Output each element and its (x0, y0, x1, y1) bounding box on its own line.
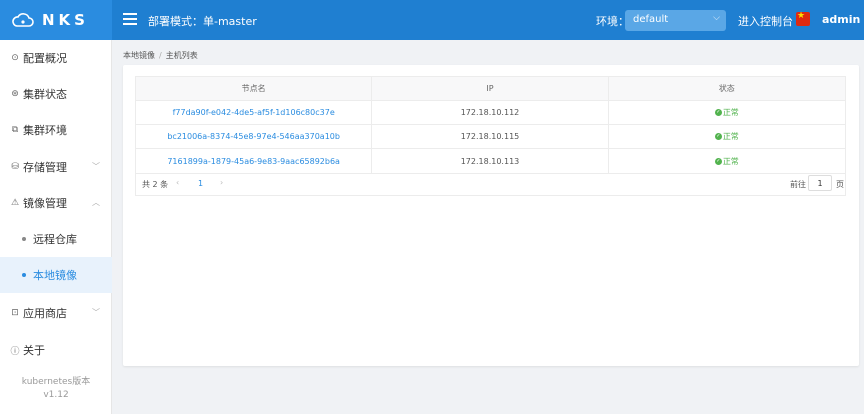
menu-toggle-icon[interactable] (123, 13, 137, 25)
logo-text: NKS (42, 11, 89, 29)
k8s-version-label: kubernetes版本 (21, 377, 91, 387)
chevron-left-icon[interactable]: ‹ (176, 178, 179, 187)
node-ip: 172.18.10.115 (372, 125, 609, 148)
check-circle-icon: ✓ (714, 157, 722, 165)
pagination-page-current[interactable]: 1 (198, 179, 203, 188)
host-list-card: 节点名 IP 状态 f77da90f-e042-4de5-af5f-1d106c… (123, 65, 859, 366)
status-badge: ✓ 正常 (714, 107, 739, 118)
sidebar-item-label: 存储管理 (23, 161, 67, 174)
host-table: 节点名 IP 状态 f77da90f-e042-4de5-af5f-1d106c… (135, 76, 846, 174)
check-circle-icon: ✓ (714, 109, 722, 116)
shop-icon: ⊡ (11, 308, 19, 318)
cloud-logo-icon (12, 13, 34, 27)
warning-triangle-icon: ⚠ (10, 198, 20, 208)
sidebar-item-overview[interactable]: ⊙ 配置概况 (0, 40, 112, 76)
table-header-row: 节点名 IP 状态 (136, 77, 845, 101)
about-icon: ⓘ (10, 346, 20, 357)
sidebar-item-cluster-env[interactable]: ⧉ 集群环境 (0, 112, 112, 148)
sidebar: ⊙ 配置概况 ⊛ 集群状态 ⧉ 集群环境 ⛁ 存储管理 ﹀ ⚠ 镜像管理 ︿ 远… (0, 40, 112, 414)
sidebar-subitem-label: 本地镜像 (33, 269, 77, 282)
info-circle-icon: ⊙ (11, 53, 19, 63)
check-circle-icon: ✓ (714, 133, 722, 140)
k8s-version-value: v1.12 (43, 390, 69, 400)
status-text: 正常 (722, 108, 739, 117)
breadcrumb-item: 主机列表 (165, 51, 198, 60)
chevron-right-icon[interactable]: › (220, 178, 223, 187)
column-header-node-name: 节点名 (136, 77, 373, 100)
pagination-goto-label: 前往 (790, 180, 806, 189)
console-link[interactable]: 进入控制台 (738, 13, 793, 29)
bullet-icon (22, 237, 26, 241)
logo[interactable]: NKS (0, 0, 112, 40)
chevron-down-icon: ⌵ (713, 13, 720, 23)
bullet-icon (22, 273, 26, 277)
sidebar-item-label: 镜像管理 (23, 197, 67, 210)
sidebar-item-about[interactable]: ⓘ 关于 (0, 332, 112, 368)
cluster-icon: ⊛ (11, 89, 19, 99)
table-row: f77da90f-e042-4de5-af5f-1d106c80c37e 172… (136, 101, 845, 125)
pagination-goto-input[interactable] (808, 175, 832, 191)
sidebar-item-label: 配置概况 (23, 52, 67, 65)
china-flag-icon[interactable]: ★ (796, 11, 810, 26)
node-ip: 172.18.10.113 (372, 149, 609, 173)
column-header-ip: IP (372, 77, 609, 100)
breadcrumb-item[interactable]: 本地镜像 (123, 51, 155, 60)
pagination: 共 2 条 ‹ 1 › 前往 页 (135, 172, 846, 196)
sidebar-subitem-remote-repo[interactable]: 远程仓库 (0, 221, 112, 257)
status-badge: ✓ 正常 (714, 156, 739, 167)
env-select[interactable]: default ⌵ (625, 10, 726, 31)
status-badge: ✓ 正常 (714, 131, 739, 142)
chevron-down-icon: ﹀ (92, 162, 100, 171)
sidebar-item-cluster-status[interactable]: ⊛ 集群状态 (0, 76, 112, 112)
sidebar-item-label: 关于 (23, 344, 45, 357)
top-bar: NKS 部署模式：单-master 环境： default ⌵ 进入控制台 ★ … (0, 0, 864, 40)
chevron-down-icon: ﹀ (92, 308, 100, 317)
node-name-link[interactable]: 7161899a-1879-45a6-9e83-9aac65892b6a (136, 149, 373, 173)
storage-icon: ⛁ (11, 162, 19, 172)
deploy-mode-label: 部署模式：单-master (148, 15, 257, 28)
user-menu[interactable]: admin (822, 13, 860, 26)
breadcrumb: 本地镜像 / 主机列表 (123, 50, 198, 61)
pagination-total: 共 2 条 (142, 180, 169, 189)
status-text: 正常 (722, 132, 739, 141)
sidebar-item-app-store[interactable]: ⊡ 应用商店 ﹀ (0, 295, 112, 331)
table-row: bc21006a-8374-45e8-97e4-546aa370a10b 172… (136, 125, 845, 149)
sidebar-item-storage[interactable]: ⛁ 存储管理 ﹀ (0, 149, 112, 185)
table-row: 7161899a-1879-45a6-9e83-9aac65892b6a 172… (136, 149, 845, 173)
sidebar-item-label: 应用商店 (23, 307, 67, 320)
node-ip: 172.18.10.112 (372, 101, 609, 124)
sidebar-subitem-local-images[interactable]: 本地镜像 (0, 257, 112, 293)
env-select-value: default (633, 14, 669, 25)
node-status: ✓ 正常 (609, 101, 845, 124)
sidebar-subitem-label: 远程仓库 (33, 233, 77, 246)
sidebar-item-label: 集群状态 (23, 88, 67, 101)
node-name-link[interactable]: f77da90f-e042-4de5-af5f-1d106c80c37e (136, 101, 373, 124)
chevron-up-icon: ︿ (92, 198, 100, 207)
environment-icon: ⧉ (11, 125, 19, 135)
node-status: ✓ 正常 (609, 149, 845, 173)
sidebar-item-image-management[interactable]: ⚠ 镜像管理 ︿ (0, 185, 112, 221)
sidebar-item-label: 集群环境 (23, 124, 67, 137)
breadcrumb-separator: / (159, 51, 162, 60)
status-text: 正常 (722, 156, 739, 166)
column-header-status: 状态 (718, 84, 735, 93)
pagination-goto-unit: 页 (836, 180, 844, 189)
node-status: ✓ 正常 (609, 125, 845, 148)
node-name-link[interactable]: bc21006a-8374-45e8-97e4-546aa370a10b (136, 125, 373, 148)
